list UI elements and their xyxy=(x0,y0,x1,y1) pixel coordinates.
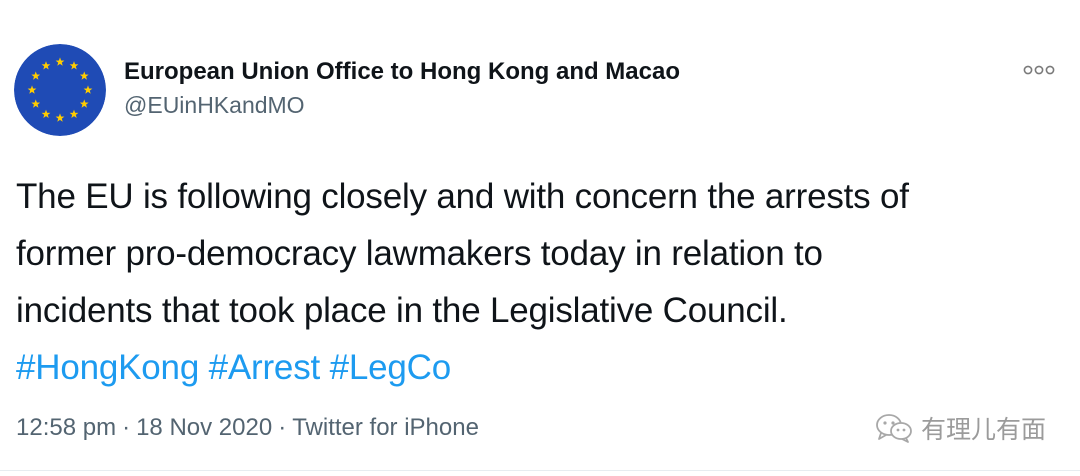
author-handle[interactable]: @EUinHKandMO xyxy=(124,90,680,120)
more-options-button[interactable] xyxy=(1020,58,1058,82)
author-display-name[interactable]: European Union Office to Hong Kong and M… xyxy=(124,56,680,88)
tweet-source-link[interactable]: Twitter for iPhone xyxy=(292,414,479,441)
divider xyxy=(0,470,1080,471)
tweet-time[interactable]: 12:58 pm xyxy=(16,414,116,441)
tweet-text-line: former pro-democracy lawmakers today in … xyxy=(16,234,823,273)
tweet-text-line: incidents that took place in the Legisla… xyxy=(16,291,788,330)
hashtag-legco[interactable]: #LegCo xyxy=(330,348,452,387)
meta-separator: · xyxy=(122,414,131,441)
tweet-author: European Union Office to Hong Kong and M… xyxy=(124,56,680,120)
wechat-icon xyxy=(876,414,912,443)
eu-flag-icon[interactable] xyxy=(14,44,106,136)
tweet-card: European Union Office to Hong Kong and M… xyxy=(0,0,1080,476)
hashtag-arrest[interactable]: #Arrest xyxy=(209,348,321,387)
meta-separator: · xyxy=(278,414,287,441)
hashtag-list: #HongKong #Arrest #LegCo xyxy=(16,339,1066,396)
tweet-meta: 12:58 pm · 18 Nov 2020 · Twitter for iPhone xyxy=(16,411,479,445)
watermark: 有理儿有面 xyxy=(875,410,1046,446)
more-options-icon xyxy=(1023,65,1055,75)
hashtag-hongkong[interactable]: #HongKong xyxy=(16,348,199,387)
tweet-date[interactable]: 18 Nov 2020 xyxy=(136,414,272,441)
tweet-text-line: The EU is following closely and with con… xyxy=(16,177,909,216)
tweet-text: The EU is following closely and with con… xyxy=(16,168,1066,396)
watermark-text: 有理儿有面 xyxy=(920,415,1046,444)
